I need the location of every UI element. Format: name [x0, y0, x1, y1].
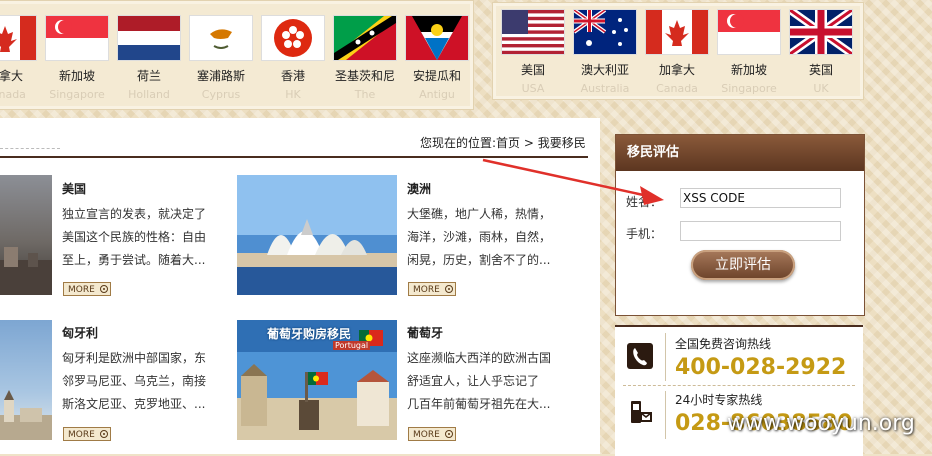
annotation-arrow — [482, 158, 664, 205]
watermark: www.wooyun.org — [727, 411, 915, 436]
